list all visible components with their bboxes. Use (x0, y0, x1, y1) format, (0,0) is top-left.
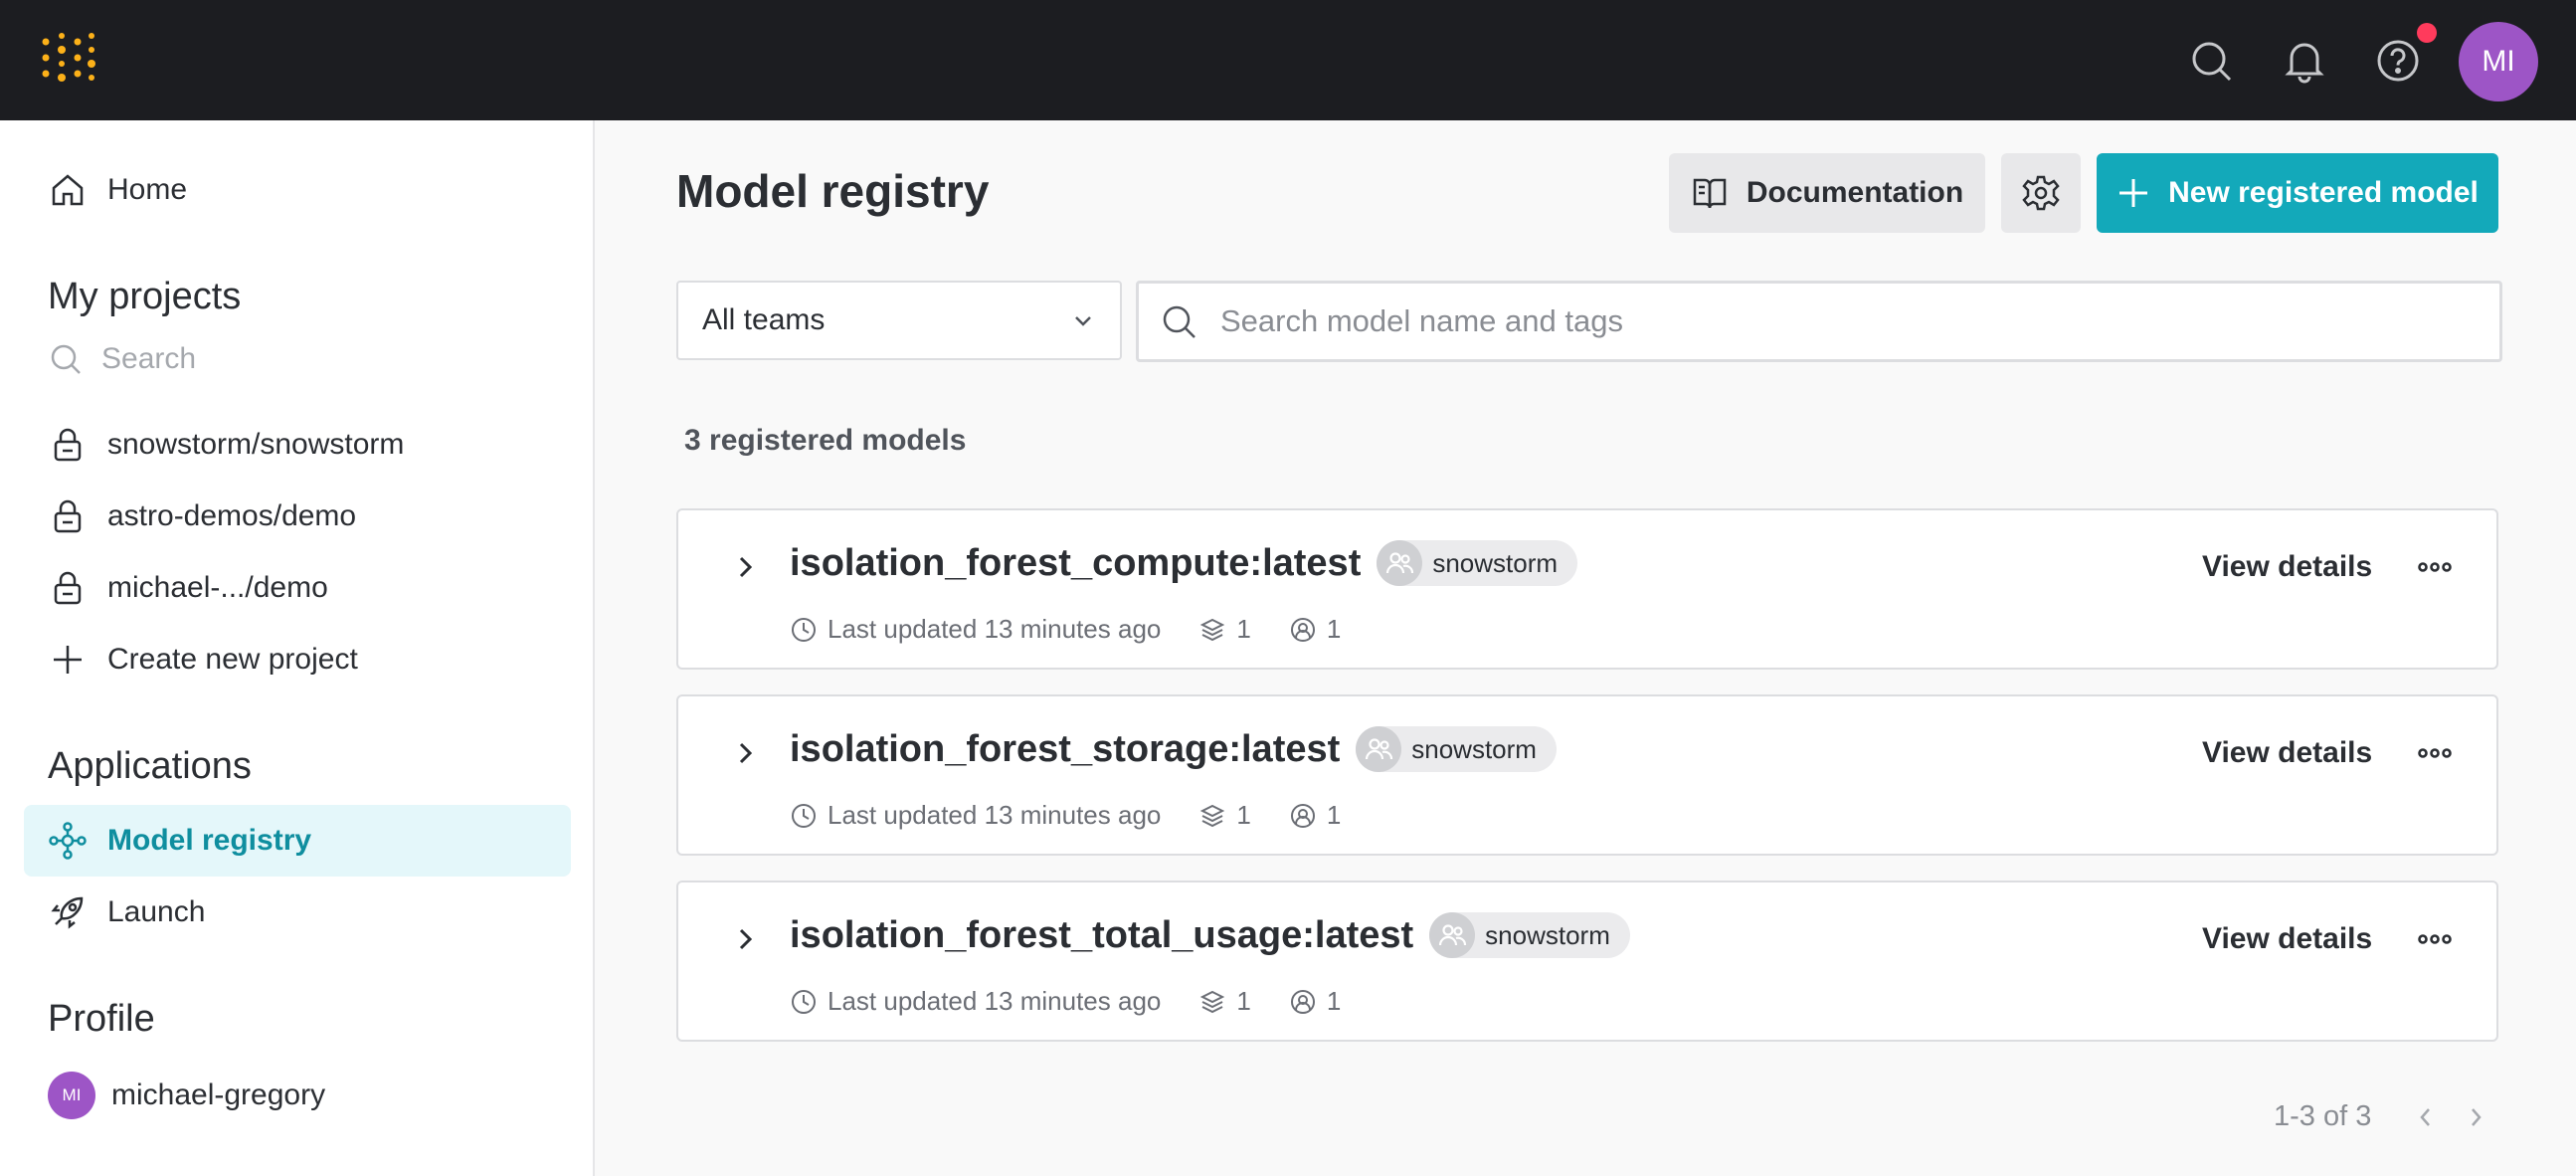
team-icon (1429, 912, 1476, 958)
team-tag: snowstorm (1356, 726, 1557, 772)
chevron-right-icon[interactable] (2461, 1102, 2490, 1132)
home-icon (52, 174, 84, 206)
search-placeholder: Search (101, 342, 197, 375)
help-icon[interactable] (2375, 38, 2421, 84)
chevron-right-icon[interactable] (728, 922, 762, 956)
rocket-icon (51, 896, 84, 929)
layers-icon (1200, 618, 1225, 641)
sidebar-item-project-michael[interactable]: michael-.../demo (24, 552, 571, 624)
logo-icon[interactable] (40, 32, 95, 88)
model-name[interactable]: isolation_forest_storage:latest (790, 728, 1340, 771)
pagination-label: 1-3 of 3 (2274, 1100, 2372, 1132)
clock-icon (792, 989, 816, 1014)
last-updated: Last updated 13 minutes ago (828, 986, 1162, 1016)
plus-icon (2119, 179, 2148, 207)
view-details-button[interactable]: View details (2202, 922, 2372, 956)
profile-avatar: MI (48, 1072, 95, 1119)
settings-button[interactable] (2001, 153, 2081, 233)
search-icon (51, 344, 81, 374)
last-updated: Last updated 13 minutes ago (828, 800, 1162, 830)
user-circle-icon (1290, 617, 1315, 642)
sidebar-item-project-astro-demos[interactable]: astro-demos/demo (24, 481, 571, 552)
clock-icon (792, 803, 816, 828)
model-search-input[interactable]: Search model name and tags (1136, 281, 2502, 362)
user-circle-icon (1290, 803, 1315, 828)
sidebar-item-model-registry[interactable]: Model registry (24, 805, 571, 877)
sidebar: Home My projects Search snowstorm/snowst… (0, 120, 595, 1176)
team-tag: snowstorm (1377, 540, 1578, 586)
team-filter-value: All teams (702, 303, 826, 336)
last-updated: Last updated 13 minutes ago (828, 614, 1162, 644)
new-registered-model-button[interactable]: New registered model (2097, 153, 2498, 233)
create-project-button[interactable]: Create new project (24, 624, 571, 695)
user-avatar[interactable]: MI (2459, 22, 2538, 101)
team-tag: snowstorm (1429, 912, 1630, 958)
profile-title: Profile (48, 998, 155, 1040)
layers-icon (1200, 804, 1225, 827)
search-icon (1163, 305, 1196, 338)
sidebar-item-label: astro-demos/demo (107, 499, 357, 532)
page-title: Model registry (676, 165, 990, 217)
user-count: 1 (1326, 986, 1342, 1016)
sidebar-item-project-snowstorm[interactable]: snowstorm/snowstorm (24, 409, 571, 481)
model-registry-icon (49, 822, 87, 860)
sidebar-item-label: Model registry (107, 824, 312, 857)
applications-title: Applications (48, 745, 252, 787)
model-card[interactable]: isolation_forest_storage:latest snowstor… (676, 694, 2498, 856)
bell-icon[interactable] (2282, 38, 2327, 84)
sidebar-item-label: michael-gregory (111, 1078, 326, 1111)
lock-icon (54, 571, 82, 605)
model-name[interactable]: isolation_forest_total_usage:latest (790, 914, 1413, 957)
chevron-left-icon[interactable] (2411, 1102, 2441, 1132)
chevron-right-icon[interactable] (728, 736, 762, 770)
view-details-button[interactable]: View details (2202, 550, 2372, 584)
documentation-button[interactable]: Documentation (1669, 153, 1985, 233)
user-count: 1 (1326, 614, 1342, 644)
model-card[interactable]: isolation_forest_total_usage:latest snow… (676, 881, 2498, 1042)
more-options-icon[interactable] (2415, 554, 2455, 580)
team-icon (1377, 540, 1423, 586)
notification-dot (2417, 23, 2437, 43)
sidebar-item-profile[interactable]: MI michael-gregory (24, 1060, 571, 1131)
search-icon[interactable] (2188, 38, 2234, 84)
team-name: snowstorm (1432, 547, 1559, 578)
sidebar-item-launch[interactable]: Launch (24, 877, 571, 948)
plus-icon (54, 646, 82, 674)
model-card[interactable]: isolation_forest_compute:latest snowstor… (676, 508, 2498, 670)
lock-icon (54, 428, 82, 462)
model-name[interactable]: isolation_forest_compute:latest (790, 542, 1361, 585)
view-details-button[interactable]: View details (2202, 736, 2372, 770)
layers-icon (1200, 990, 1225, 1013)
user-circle-icon (1290, 989, 1315, 1014)
more-options-icon[interactable] (2415, 926, 2455, 952)
team-filter-select[interactable]: All teams (676, 281, 1122, 360)
project-search-input[interactable]: Search (48, 341, 196, 377)
sidebar-item-label: Create new project (107, 643, 358, 676)
more-options-icon[interactable] (2415, 740, 2455, 766)
team-icon (1356, 726, 1402, 772)
top-bar: MI (0, 0, 2576, 120)
team-name: snowstorm (1411, 733, 1537, 764)
documentation-label: Documentation (1746, 176, 1964, 209)
registered-models-count: 3 registered models (684, 424, 967, 457)
sidebar-item-label: Home (107, 173, 188, 206)
clock-icon (792, 617, 816, 642)
sidebar-item-home[interactable]: Home (24, 154, 571, 226)
chevron-right-icon[interactable] (728, 550, 762, 584)
chevron-down-icon (1075, 316, 1091, 326)
user-count: 1 (1326, 800, 1342, 830)
team-name: snowstorm (1485, 919, 1610, 950)
my-projects-title: My projects (48, 276, 242, 317)
gear-icon (2022, 175, 2060, 211)
sidebar-item-label: snowstorm/snowstorm (107, 428, 405, 461)
search-placeholder: Search model name and tags (1220, 303, 1623, 338)
version-count: 1 (1236, 614, 1251, 644)
sidebar-item-label: Launch (107, 895, 206, 928)
lock-icon (54, 499, 82, 533)
new-model-label: New registered model (2168, 176, 2479, 209)
version-count: 1 (1236, 800, 1251, 830)
book-icon (1693, 178, 1727, 209)
sidebar-item-label: michael-.../demo (107, 571, 328, 604)
version-count: 1 (1236, 986, 1251, 1016)
